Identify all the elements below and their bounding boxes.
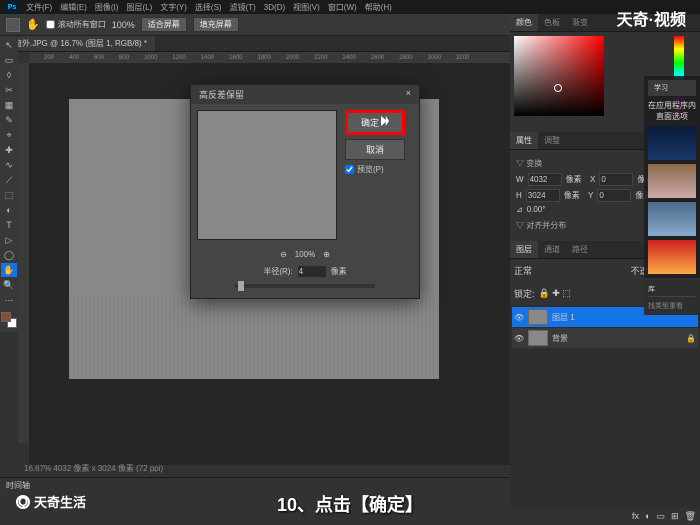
libraries-panel: 库 找类型重看 xyxy=(644,280,700,315)
menu-layer[interactable]: 图层(L) xyxy=(126,2,152,13)
thumb[interactable] xyxy=(648,126,696,160)
height-input[interactable] xyxy=(526,189,560,202)
zoom-in-icon[interactable]: ⊕ xyxy=(323,250,330,259)
preview-checkbox[interactable]: 预览(P) xyxy=(345,164,405,175)
menu-view[interactable]: 视图(V) xyxy=(293,2,320,13)
menu-filter[interactable]: 滤镜(T) xyxy=(230,2,256,13)
menu-type[interactable]: 文字(Y) xyxy=(160,2,187,13)
menu-select[interactable]: 选择(S) xyxy=(195,2,222,13)
move-tool[interactable]: ↖ xyxy=(1,38,17,52)
radius-input[interactable] xyxy=(297,265,327,278)
ruler-vertical xyxy=(18,63,29,443)
hand-icon: ✋ xyxy=(26,18,40,31)
thumb[interactable] xyxy=(648,164,696,198)
radius-label: 半径(R): xyxy=(263,266,292,277)
fit-screen-button[interactable]: 适合屏幕 xyxy=(141,17,187,32)
mask-icon[interactable]: ◐ xyxy=(645,511,650,522)
x-input[interactable] xyxy=(599,173,633,186)
shape-tool[interactable]: ◯ xyxy=(1,248,17,262)
watermark-bottom: Q天奇生活 xyxy=(16,492,86,511)
zoom-out-icon[interactable]: ⊖ xyxy=(280,250,287,259)
type-tool[interactable]: T xyxy=(1,218,17,232)
visibility-icon[interactable]: 👁 xyxy=(514,334,524,343)
edit-toolbar[interactable]: ⋯ xyxy=(1,293,17,307)
ok-button[interactable]: 确定 xyxy=(345,110,405,135)
ruler-horizontal: 2004006008001000120014001600180020002200… xyxy=(29,52,510,63)
caption: 10、点击【确定】 xyxy=(277,491,423,517)
menu-window[interactable]: 窗口(W) xyxy=(328,2,357,13)
document-tab[interactable]: 窗外.JPG @ 16.7% (图层 1, RGB/8) * xyxy=(6,36,155,51)
dodge-tool[interactable]: ◐ xyxy=(1,203,17,217)
stamp-tool[interactable]: ∿ xyxy=(1,158,17,172)
high-pass-dialog: 高反差保留 × 确定 取消 预览(P) ⊖ 100% ⊕ 半径(R): 像素 xyxy=(190,84,420,299)
fx-icon[interactable]: fx xyxy=(632,511,639,522)
menu-image[interactable]: 图像(I) xyxy=(95,2,119,13)
fill-screen-button[interactable]: 填充屏幕 xyxy=(193,17,239,32)
tab-paths[interactable]: 路径 xyxy=(566,241,594,258)
tools-panel: ↖ ▭ ◊ ✂ ▦ ✎ ⌖ ✚ ∿ ⟋ ⬚ ◐ T ▷ ◯ ✋ 🔍 ⋯ xyxy=(0,36,18,332)
scroll-all-checkbox[interactable]: 滚动所有窗口 xyxy=(46,19,106,30)
lasso-tool[interactable]: ◊ xyxy=(1,68,17,82)
visibility-icon[interactable]: 👁 xyxy=(514,313,524,322)
radius-slider[interactable] xyxy=(235,284,375,288)
dialog-preview xyxy=(197,110,337,240)
radius-unit: 像素 xyxy=(331,266,347,277)
frame-tool[interactable]: ▦ xyxy=(1,98,17,112)
status-bar: 16.67% 4032 像素 x 3024 像素 (72 ppi) xyxy=(18,460,169,477)
dialog-title: 高反差保留 xyxy=(199,88,244,101)
tool-preset-icon[interactable] xyxy=(6,18,20,32)
close-icon[interactable]: × xyxy=(406,88,411,101)
y-input[interactable] xyxy=(597,189,631,202)
cancel-button[interactable]: 取消 xyxy=(345,139,405,160)
marquee-tool[interactable]: ▭ xyxy=(1,53,17,67)
zoom-level[interactable]: 100% xyxy=(112,20,135,30)
zoom-tool[interactable]: 🔍 xyxy=(1,278,17,292)
watermark-top: 天奇·视频 xyxy=(617,6,686,30)
menu-edit[interactable]: 编辑(E) xyxy=(60,2,87,13)
tab-layers[interactable]: 图层 xyxy=(510,241,538,258)
pen-tool[interactable]: ▷ xyxy=(1,233,17,247)
delete-icon[interactable]: 🗑 xyxy=(685,511,696,522)
learn-overlay: 学习 在应用程序内直面选项 xyxy=(644,76,700,278)
menu-help[interactable]: 帮助(H) xyxy=(365,2,392,13)
color-swatches[interactable] xyxy=(1,312,17,330)
menu-bar: Ps 文件(F) 编辑(E) 图像(I) 图层(L) 文字(Y) 选择(S) 滤… xyxy=(0,0,700,14)
crop-tool[interactable]: ✂ xyxy=(1,83,17,97)
tab-swatches[interactable]: 色板 xyxy=(538,14,566,31)
thumb[interactable] xyxy=(648,240,696,274)
brush-tool[interactable]: ✚ xyxy=(1,143,17,157)
tab-gradients[interactable]: 渐变 xyxy=(566,14,594,31)
new-layer-icon[interactable]: ⊞ xyxy=(671,511,679,522)
width-input[interactable] xyxy=(528,173,562,186)
menu-file[interactable]: 文件(F) xyxy=(26,2,52,13)
thumb[interactable] xyxy=(648,202,696,236)
gradient-tool[interactable]: ⬚ xyxy=(1,188,17,202)
menu-3d[interactable]: 3D(D) xyxy=(264,3,285,12)
tab-color[interactable]: 颜色 xyxy=(510,14,538,31)
layer-row[interactable]: 👁背景 🔒 xyxy=(512,328,698,348)
tab-adjustments[interactable]: 调整 xyxy=(538,132,566,149)
dialog-zoom: 100% xyxy=(295,250,315,259)
tab-properties[interactable]: 属性 xyxy=(510,132,538,149)
tab-channels[interactable]: 通道 xyxy=(538,241,566,258)
new-group-icon[interactable]: ▭ xyxy=(657,511,666,522)
healing-tool[interactable]: ⌖ xyxy=(1,128,17,142)
eraser-tool[interactable]: ⟋ xyxy=(1,173,17,187)
ps-logo: Ps xyxy=(6,1,18,13)
hand-tool[interactable]: ✋ xyxy=(1,263,17,277)
eyedropper-tool[interactable]: ✎ xyxy=(1,113,17,127)
